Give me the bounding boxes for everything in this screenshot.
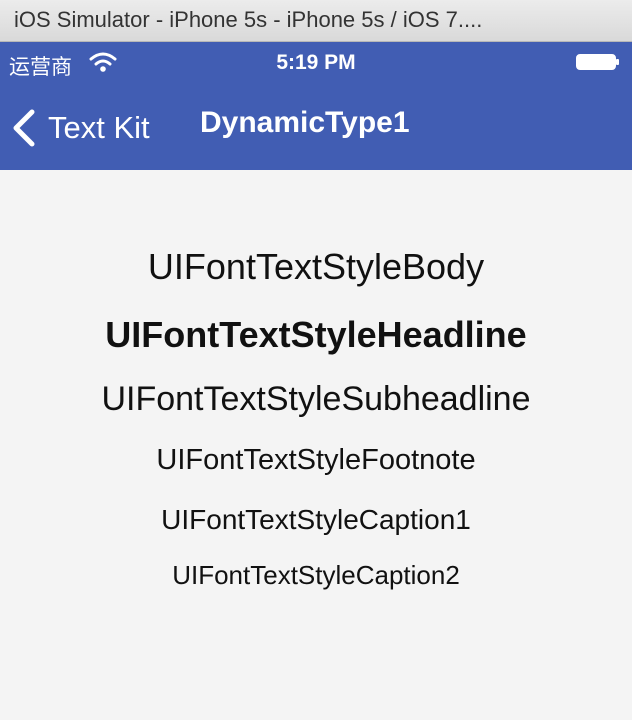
text-style-body: UIFontTextStyleBody [147,246,485,287]
back-button[interactable]: Text Kit [10,106,150,150]
navigation-bar: 运营商 5:19 PM Text Kit DynamicType1 [0,42,632,170]
chevron-left-icon [13,109,35,147]
status-time: 5:19 PM [276,51,356,74]
battery-icon [576,54,619,70]
simulator-window: iOS Simulator - iPhone 5s - iPhone 5s / … [0,0,632,720]
window-title: iOS Simulator - iPhone 5s - iPhone 5s / … [14,7,483,32]
window-titlebar[interactable]: iOS Simulator - iPhone 5s - iPhone 5s / … [0,0,632,42]
text-style-headline: UIFontTextStyleHeadline [105,314,527,355]
text-style-list: UIFontTextStyleBody UIFontTextStyleHeadl… [0,170,632,720]
text-style-caption1: UIFontTextStyleCaption1 [161,504,471,535]
text-style-subheadline: UIFontTextStyleSubheadline [101,380,531,418]
text-style-caption2: UIFontTextStyleCaption2 [172,560,460,590]
page-title: DynamicType1 [200,106,410,139]
back-button-label: Text Kit [48,110,150,145]
text-style-footnote: UIFontTextStyleFootnote [156,444,476,476]
